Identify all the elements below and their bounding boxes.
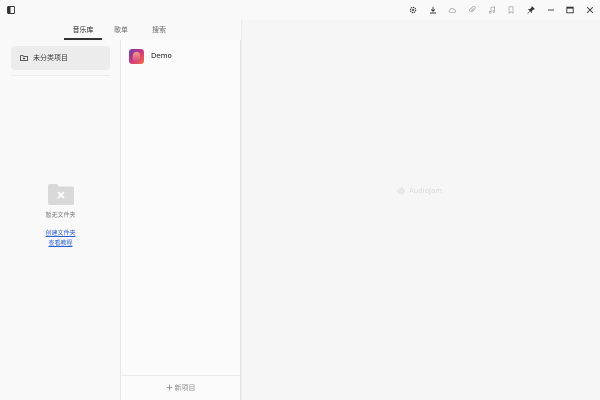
watermark-text: AudioJam xyxy=(409,187,443,195)
tab-search[interactable]: 搜索 xyxy=(140,20,178,40)
app-watermark: AudioJam xyxy=(397,187,442,195)
divider xyxy=(11,75,110,76)
tab-bar: 音乐库 歌单 搜索 xyxy=(64,20,178,40)
settings-icon[interactable] xyxy=(403,0,423,20)
close-icon[interactable] xyxy=(580,0,600,20)
project-thumbnail xyxy=(129,48,144,64)
project-list-panel: Demo 新项目 xyxy=(121,40,241,400)
new-project-button[interactable]: 新项目 xyxy=(121,375,240,400)
project-item[interactable]: Demo xyxy=(129,48,233,64)
maximize-icon[interactable] xyxy=(561,0,581,20)
audio-wave-icon xyxy=(397,187,405,195)
folder-panel: 未分类项目 暂无文件夹 创建文件夹 查看教程 xyxy=(0,40,121,400)
folder-icon xyxy=(20,54,28,62)
window-controls xyxy=(403,0,600,20)
title-bar xyxy=(0,0,600,20)
category-label: 未分类项目 xyxy=(33,54,68,62)
new-project-label: 新项目 xyxy=(174,384,196,392)
minimize-icon[interactable] xyxy=(541,0,561,20)
empty-folder-text: 暂无文件夹 xyxy=(45,212,76,219)
pin-icon[interactable] xyxy=(521,0,541,20)
uncategorized-projects-item[interactable]: 未分类项目 xyxy=(11,46,110,70)
tab-library[interactable]: 音乐库 xyxy=(64,20,102,40)
music-note-icon[interactable] xyxy=(482,0,502,20)
project-name: Demo xyxy=(151,52,172,60)
detail-panel: AudioJam xyxy=(241,20,600,400)
bookmark-icon[interactable] xyxy=(502,0,522,20)
cloud-icon[interactable] xyxy=(443,0,463,20)
create-folder-link[interactable]: 创建文件夹 xyxy=(0,229,121,239)
download-icon[interactable] xyxy=(423,0,443,20)
app-window: 音乐库 歌单 搜索 未分类项目 暂无文件夹 创建文件夹 查看教程 Demo 新项… xyxy=(0,0,600,400)
plus-icon xyxy=(166,384,173,393)
attachment-icon[interactable] xyxy=(462,0,482,20)
empty-folder-icon xyxy=(47,184,74,205)
sidebar-toggle-icon[interactable] xyxy=(6,5,16,15)
empty-state: 暂无文件夹 创建文件夹 查看教程 xyxy=(0,183,121,249)
tab-playlists[interactable]: 歌单 xyxy=(102,20,140,40)
empty-actions: 创建文件夹 查看教程 xyxy=(0,229,121,249)
view-tutorial-link[interactable]: 查看教程 xyxy=(0,239,121,249)
